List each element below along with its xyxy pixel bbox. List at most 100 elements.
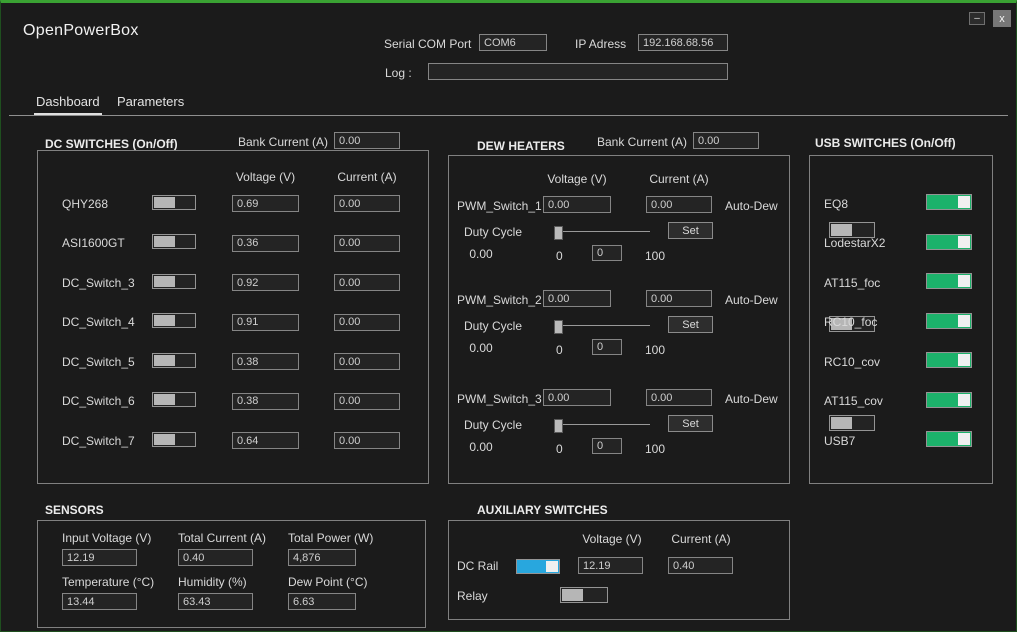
usb-switch-label: RC10_cov <box>824 354 881 369</box>
dc-bank-current-field: 0.00 <box>334 132 400 149</box>
serial-com-input[interactable] <box>479 34 547 51</box>
usb-switch-row: AT115_cov <box>810 382 992 422</box>
sensor-value-field: 12.19 <box>62 549 137 566</box>
auto-dew-label: Auto-Dew <box>725 392 778 406</box>
dc-current-field: 0.00 <box>334 195 400 213</box>
dc-switch-row: DC_Switch_4 0.91 0.00 <box>38 303 428 343</box>
usb-switch-row: AT115_foc <box>810 263 992 303</box>
dc-switch-label: ASI1600GT <box>62 236 125 251</box>
duty-cycle-label: Duty Cycle <box>464 225 523 239</box>
pwm-channel: PWM_Switch_1 0.00 0.00 Auto-Dew Duty Cyc… <box>449 196 876 268</box>
pwm-label: PWM_Switch_3 <box>457 392 542 406</box>
set-button[interactable]: Set <box>668 415 713 432</box>
dc-current-field: 0.00 <box>334 392 400 410</box>
pwm-current-field: 0.00 <box>646 290 712 307</box>
auto-dew-label: Auto-Dew <box>725 199 778 213</box>
dc-switch-label: DC_Switch_7 <box>62 433 135 448</box>
duty-cycle-slider[interactable] <box>554 225 650 240</box>
dc-current-field: 0.00 <box>334 353 400 371</box>
sensor-label: Total Current (A) <box>178 531 267 545</box>
close-button[interactable]: x <box>993 10 1011 27</box>
pwm-voltage-field: 0.00 <box>543 196 611 213</box>
duty-cycle-slider[interactable] <box>554 418 650 433</box>
usb-switch-toggle[interactable] <box>926 233 972 250</box>
sensor-cell: Dew Point (°C) 6.63 <box>288 575 428 610</box>
duty-value: 0.00 <box>469 341 493 355</box>
dc-switch-toggle[interactable] <box>152 313 196 329</box>
sensor-cell: Total Power (W) 4,876 <box>288 531 428 566</box>
duty-cycle-label: Duty Cycle <box>464 418 523 432</box>
column-header-current: Current (A) <box>649 172 709 186</box>
set-button[interactable]: Set <box>668 316 713 333</box>
usb-switch-toggle[interactable] <box>926 273 972 290</box>
app-title: OpenPowerBox <box>23 22 139 39</box>
usb-switch-label: AT115_foc <box>824 275 881 290</box>
range-max-label: 100 <box>645 249 666 263</box>
dc-switches-title: DC SWITCHES (On/Off) <box>45 137 178 151</box>
usb-switch-toggle[interactable] <box>926 431 972 448</box>
dc-current-field: 0.00 <box>334 313 400 331</box>
pwm-channel: PWM_Switch_3 0.00 0.00 Auto-Dew Duty Cyc… <box>449 389 876 461</box>
duty-cycle-slider[interactable] <box>554 319 650 334</box>
ip-address-label: IP Adress <box>575 37 627 51</box>
dc-switch-label: DC_Switch_5 <box>62 354 135 369</box>
dew-heaters-title: DEW HEATERS <box>477 139 565 153</box>
usb-switch-label: USB7 <box>824 433 856 448</box>
tab-dashboard[interactable]: Dashboard <box>34 94 102 115</box>
tab-parameters[interactable]: Parameters <box>115 94 186 113</box>
dew-heaters-group: Voltage (V) Current (A) PWM_Switch_1 0.0… <box>448 155 876 484</box>
app-window: OpenPowerBox – x Serial COM Port IP Adre… <box>0 0 1017 632</box>
pwm-label: PWM_Switch_2 <box>457 293 542 307</box>
duty-input[interactable] <box>592 438 622 454</box>
sensor-value-field: 13.44 <box>62 593 137 610</box>
minimize-button[interactable]: – <box>969 12 985 25</box>
relay-toggle[interactable] <box>560 587 609 603</box>
usb-switches-title: USB SWITCHES (On/Off) <box>815 136 956 150</box>
dc-switch-toggle[interactable] <box>152 194 196 210</box>
dc-voltage-field: 0.64 <box>232 432 299 450</box>
dc-switch-row: DC_Switch_3 0.92 0.00 <box>38 263 428 303</box>
sensor-label: Humidity (%) <box>178 575 247 589</box>
dc-switch-row: DC_Switch_7 0.64 0.00 <box>38 421 428 461</box>
dc-current-field: 0.00 <box>334 432 400 450</box>
dc-switch-toggle[interactable] <box>152 273 196 289</box>
range-min-label: 0 <box>556 442 563 456</box>
usb-switch-toggle[interactable] <box>926 312 972 329</box>
column-header-current: Current (A) <box>337 169 397 184</box>
duty-value: 0.00 <box>469 247 493 261</box>
usb-switch-label: RC10_foc <box>824 315 878 330</box>
dc-voltage-field: 0.38 <box>232 392 299 410</box>
dc-switch-row: DC_Switch_5 0.38 0.00 <box>38 342 428 382</box>
usb-switch-toggle[interactable] <box>926 352 972 369</box>
relay-label: Relay <box>457 589 488 603</box>
usb-switch-toggle[interactable] <box>926 194 972 211</box>
column-header-current: Current (A) <box>671 532 731 546</box>
set-button[interactable]: Set <box>668 222 713 239</box>
dc-current-field: 0.00 <box>334 234 400 252</box>
sensor-label: Dew Point (°C) <box>288 575 368 589</box>
dc-switch-toggle[interactable] <box>152 392 196 408</box>
duty-cycle-label: Duty Cycle <box>464 319 523 333</box>
column-header-voltage: Voltage (V) <box>582 532 642 546</box>
dc-switch-label: QHY268 <box>62 196 109 211</box>
dc-switches-header: Voltage (V) Current (A) <box>38 169 428 184</box>
usb-switch-toggle[interactable] <box>926 391 972 408</box>
dc-rail-label: DC Rail <box>457 559 499 573</box>
dc-switch-toggle[interactable] <box>152 352 196 368</box>
duty-input[interactable] <box>592 339 622 355</box>
sensor-label: Temperature (°C) <box>62 575 155 589</box>
ip-address-input[interactable] <box>638 34 728 51</box>
dc-switch-toggle[interactable] <box>152 234 196 250</box>
usb-switch-row: LodestarX2 <box>810 224 992 264</box>
dc-rail-current-field: 0.40 <box>668 557 733 574</box>
column-header-voltage: Voltage (V) <box>547 172 607 186</box>
column-header-voltage: Voltage (V) <box>235 169 296 184</box>
dc-switch-label: DC_Switch_6 <box>62 394 135 409</box>
dc-switch-toggle[interactable] <box>152 431 196 447</box>
dc-rail-toggle[interactable] <box>516 559 560 574</box>
log-input[interactable] <box>428 63 728 80</box>
dc-switch-label: DC_Switch_3 <box>62 275 135 290</box>
duty-input[interactable] <box>592 245 622 261</box>
sensors-group: Input Voltage (V) 12.19 Total Current (A… <box>37 520 426 628</box>
serial-com-label: Serial COM Port <box>384 37 472 51</box>
